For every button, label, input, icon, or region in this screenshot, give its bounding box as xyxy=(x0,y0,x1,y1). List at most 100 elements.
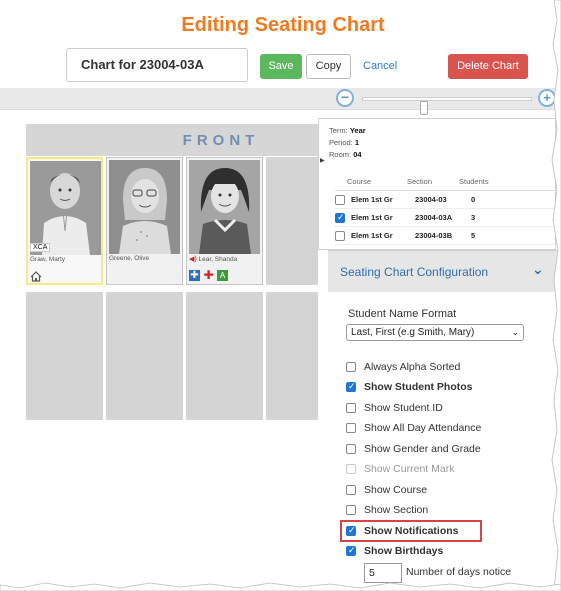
option-label: Show Course xyxy=(364,484,428,496)
option-show-course[interactable]: Show Course xyxy=(346,481,427,499)
option-checkbox[interactable] xyxy=(346,423,356,433)
option-checkbox[interactable] xyxy=(346,545,356,556)
empty-seat[interactable] xyxy=(26,292,103,420)
student-photo xyxy=(30,161,101,255)
option-checkbox[interactable] xyxy=(346,381,356,392)
seat-card[interactable]: XCA Graw, Marty xyxy=(26,157,103,285)
option-label: Show Birthdays xyxy=(364,545,444,557)
student-flag-badge: XCA xyxy=(30,243,51,252)
empty-seat[interactable] xyxy=(106,292,183,420)
option-label: Show Section xyxy=(364,504,429,516)
option-show-gender-grade[interactable]: Show Gender and Grade xyxy=(346,440,481,458)
student-icons: ✚ ✚ A xyxy=(189,267,228,283)
home-icon xyxy=(30,270,42,282)
front-label: FRONT xyxy=(182,132,260,149)
section-info-panel: Term: Year Period: 1 Room: 04 ▶ Course S… xyxy=(318,118,556,250)
course-checkbox[interactable] xyxy=(335,194,345,205)
room-label: Room: xyxy=(329,150,352,159)
course-name: Elem 1st Gr xyxy=(351,195,393,204)
option-label: Show Current Mark xyxy=(364,463,455,475)
zoom-slider[interactable] xyxy=(362,97,532,115)
term-label: Term: xyxy=(329,126,348,135)
course-name: Elem 1st Gr xyxy=(351,231,393,240)
name-format-label: Student Name Format xyxy=(348,308,457,320)
configuration-header[interactable]: Seating Chart Configuration ⌄ xyxy=(328,250,558,292)
cancel-button[interactable]: Cancel xyxy=(363,54,413,79)
dropdown-arrow-icon: ⌄ xyxy=(511,327,519,337)
student-photo xyxy=(189,160,260,254)
column-header: Students xyxy=(459,177,489,186)
course-section: 23004-03A xyxy=(415,213,453,222)
seating-chart-page: Editing Seating Chart Chart for 23004-03… xyxy=(0,0,561,591)
option-checkbox[interactable] xyxy=(346,362,356,372)
course-students: 0 xyxy=(471,195,476,204)
term-info: Term: Year Period: 1 Room: 04 xyxy=(329,125,366,161)
chart-name-field[interactable]: Chart for 23004-03A xyxy=(66,48,248,82)
student-photo xyxy=(109,160,180,254)
course-checkbox[interactable] xyxy=(335,230,345,241)
medical-icon[interactable]: ✚ xyxy=(189,269,200,281)
seat-card[interactable]: Greene, Olive xyxy=(106,157,183,285)
configuration-title: Seating Chart Configuration xyxy=(340,265,489,279)
column-header: Course xyxy=(347,177,372,186)
course-students: 5 xyxy=(471,231,476,240)
health-icon[interactable]: ✚ xyxy=(203,269,214,281)
copy-button[interactable]: Copy xyxy=(306,54,351,79)
option-label: Show Student ID xyxy=(364,402,443,414)
course-row: Elem 1st Gr 23004-03A 3 xyxy=(335,209,555,227)
configuration-panel: Seating Chart Configuration ⌄ Student Na… xyxy=(328,250,558,591)
course-row: Elem 1st Gr 23004-03B 5 xyxy=(335,227,555,245)
course-students: 3 xyxy=(471,213,476,222)
torn-edge-right xyxy=(551,0,561,591)
room-value: 04 xyxy=(353,150,362,159)
empty-seat[interactable] xyxy=(266,157,318,285)
option-checkbox xyxy=(346,464,356,474)
classroom-front: FRONT xyxy=(26,124,326,156)
option-label: Show Gender and Grade xyxy=(364,443,481,455)
option-label: Always Alpha Sorted xyxy=(364,361,461,373)
torn-edge-bottom xyxy=(0,582,561,591)
seat-card[interactable]: ◀) Lear, Shanda ✚ ✚ A xyxy=(186,157,263,285)
course-section: 23004-03 xyxy=(415,195,447,204)
zoom-bar: − + xyxy=(0,88,561,115)
name-format-select[interactable]: Last, First (e.g Smith, Mary) ⌄ xyxy=(346,324,524,341)
option-checkbox[interactable] xyxy=(346,505,356,515)
chevron-down-icon[interactable]: ⌄ xyxy=(532,261,544,278)
alert-icon[interactable]: A xyxy=(217,269,228,281)
option-show-student-id[interactable]: Show Student ID xyxy=(346,399,443,417)
course-row: Elem 1st Gr 23004-03 0 xyxy=(335,191,555,209)
column-header: Section xyxy=(407,177,433,186)
course-table: Course Section Students Elem 1st Gr 2300… xyxy=(335,177,555,245)
option-checkbox[interactable] xyxy=(346,485,356,495)
student-name: Graw, Marty xyxy=(30,256,66,263)
empty-seat[interactable] xyxy=(266,292,318,420)
option-show-attendance[interactable]: Show All Day Attendance xyxy=(346,419,481,437)
option-show-photos[interactable]: Show Student Photos xyxy=(346,378,473,396)
term-value: Year xyxy=(349,126,366,135)
page-title: Editing Seating Chart xyxy=(181,14,385,36)
option-show-section[interactable]: Show Section xyxy=(346,501,428,519)
course-table-header: Course Section Students xyxy=(335,177,555,191)
student-name: ◀) Lear, Shanda xyxy=(189,255,262,263)
option-always-alpha[interactable]: Always Alpha Sorted xyxy=(346,358,460,376)
delete-chart-button[interactable]: Delete Chart xyxy=(448,54,528,79)
speaker-icon: ◀) xyxy=(189,256,197,263)
highlight-box xyxy=(340,520,482,542)
zoom-out-button[interactable]: − xyxy=(336,89,354,107)
zoom-slider-handle[interactable] xyxy=(420,101,428,115)
period-value: 1 xyxy=(354,138,360,147)
toolbar: Chart for 23004-03A Save Copy Cancel Del… xyxy=(18,44,548,88)
period-label: Period: xyxy=(329,138,353,147)
option-checkbox[interactable] xyxy=(346,444,356,454)
empty-seat[interactable] xyxy=(186,292,263,420)
course-section: 23004-03B xyxy=(415,231,453,240)
expand-arrow-icon[interactable]: ▶ xyxy=(320,157,325,164)
option-checkbox[interactable] xyxy=(346,403,356,413)
option-label: Show All Day Attendance xyxy=(364,422,482,434)
student-name: Greene, Olive xyxy=(109,255,150,262)
option-label: Show Student Photos xyxy=(364,381,473,393)
student-icons xyxy=(30,268,42,284)
option-show-birthdays[interactable]: Show Birthdays xyxy=(346,542,443,560)
save-button[interactable]: Save xyxy=(260,54,302,79)
course-checkbox[interactable] xyxy=(335,212,345,223)
